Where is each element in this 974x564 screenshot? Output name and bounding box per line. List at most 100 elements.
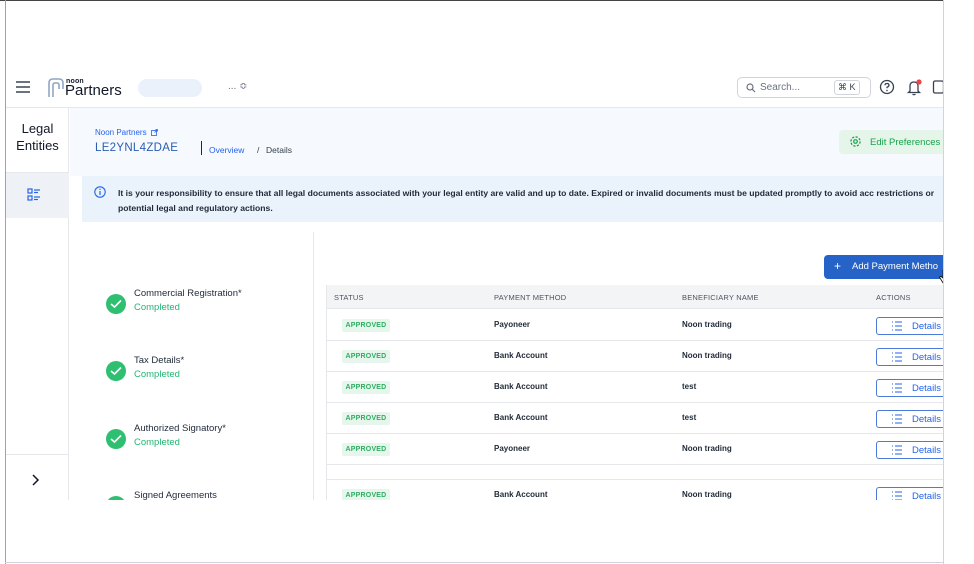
edit-preferences-label: Edit Preferences	[870, 137, 941, 148]
status-badge: APPROVED	[342, 489, 390, 500]
menu-icon[interactable]	[16, 81, 30, 93]
app-viewport: noon Partners ... ≎ Search... ⌘ K Legal …	[6, 68, 943, 500]
table-row: APPROVED Bank Account Noon trading Detai…	[327, 479, 943, 500]
list-icon	[892, 352, 902, 362]
step-title: Tax Details*	[134, 355, 185, 366]
breadcrumb-current: Details	[266, 145, 292, 155]
table-row: APPROVED Payoneer Noon trading Details	[327, 310, 943, 341]
list-icon	[892, 491, 902, 500]
partner-selector-toggle[interactable]: ... ≎	[228, 81, 248, 92]
details-button[interactable]: Details	[876, 317, 943, 335]
column-header-beneficiary-name: BENEFICIARY NAME	[682, 293, 759, 302]
gear-icon	[850, 136, 861, 147]
payment-method-cell: Payoneer	[494, 320, 531, 329]
details-button[interactable]: Details	[876, 379, 943, 397]
details-label: Details	[912, 414, 942, 425]
details-label: Details	[912, 352, 942, 363]
step-signed-agreements[interactable]: Signed Agreements	[106, 490, 306, 500]
status-badge: APPROVED	[342, 350, 390, 363]
beneficiary-name-cell: Noon trading	[682, 490, 732, 499]
left-sidebar: Legal Entities	[6, 108, 69, 500]
breadcrumb-overview-link[interactable]: Overview	[209, 145, 244, 155]
check-circle-icon	[106, 429, 126, 449]
table-row: APPROVED Bank Account Noon trading Detai…	[327, 341, 943, 372]
column-header-payment-method: PAYMENT METHOD	[494, 293, 567, 302]
step-tax-details[interactable]: Tax Details* Completed	[106, 355, 306, 389]
step-title: Authorized Signatory*	[134, 423, 226, 434]
top-bar: noon Partners ... ≎ Search... ⌘ K	[6, 68, 943, 108]
status-badge: APPROVED	[342, 319, 390, 332]
divider	[6, 454, 69, 455]
add-payment-method-button[interactable]: + Add Payment Metho	[824, 255, 943, 279]
beneficiary-name-cell: Noon trading	[682, 351, 732, 360]
list-icon	[27, 188, 40, 201]
frame-border	[5, 562, 943, 563]
payment-method-cell: Bank Account	[494, 413, 548, 422]
list-icon	[892, 383, 902, 393]
step-title: Commercial Registration*	[134, 288, 242, 299]
details-button[interactable]: Details	[876, 348, 943, 366]
status-badge: APPROVED	[342, 412, 390, 425]
step-status: Completed	[134, 302, 180, 313]
payment-method-cell: Bank Account	[494, 351, 548, 360]
brand-name: Partners	[65, 82, 122, 99]
breadcrumb-parent-label: Noon Partners	[95, 128, 147, 137]
page-title: LE2YNL4ZDAE	[95, 142, 179, 154]
beneficiary-name-cell: test	[682, 413, 697, 422]
details-label: Details	[912, 491, 942, 500]
chevron-right-icon[interactable]	[28, 473, 42, 487]
search-placeholder: Search...	[760, 82, 801, 93]
column-header-status: STATUS	[334, 293, 364, 302]
sidebar-item-legal-entities[interactable]	[6, 173, 69, 218]
check-circle-icon	[106, 496, 126, 500]
notification-bell-icon[interactable]	[906, 78, 923, 96]
help-icon[interactable]	[879, 79, 895, 95]
details-button[interactable]: Details	[876, 441, 943, 459]
divider	[313, 232, 314, 500]
table-row: APPROVED Bank Account test Details	[327, 403, 943, 434]
divider	[201, 141, 202, 155]
list-icon	[892, 414, 902, 424]
details-label: Details	[912, 321, 942, 332]
details-button[interactable]: Details	[876, 410, 943, 428]
list-icon	[892, 445, 902, 455]
payment-method-cell: Payoneer	[494, 444, 531, 453]
frame-border	[943, 0, 944, 564]
table-row: APPROVED Bank Account test Details	[327, 372, 943, 403]
beneficiary-name-cell: Noon trading	[682, 444, 732, 453]
step-title: Signed Agreements	[134, 490, 217, 500]
table-header-row: STATUS PAYMENT METHOD BENEFICIARY NAME A…	[327, 285, 943, 309]
list-icon	[892, 321, 902, 331]
step-authorized-signatory[interactable]: Authorized Signatory* Completed	[106, 423, 306, 457]
details-button[interactable]: Details	[876, 487, 943, 500]
beneficiary-name-cell: Noon trading	[682, 320, 732, 329]
beneficiary-name-cell: test	[682, 382, 697, 391]
step-commercial-registration[interactable]: Commercial Registration* Completed	[106, 288, 306, 322]
plus-icon: +	[834, 259, 842, 273]
status-badge: APPROVED	[342, 381, 390, 394]
hand-cursor-icon	[939, 269, 943, 284]
payment-methods-table: STATUS PAYMENT METHOD BENEFICIARY NAME A…	[326, 285, 943, 500]
add-payment-method-label: Add Payment Metho	[852, 261, 939, 272]
sidebar-title: Legal Entities	[16, 121, 59, 153]
external-link-icon	[150, 129, 158, 136]
search-box[interactable]: Search... ⌘ K	[737, 77, 871, 98]
check-circle-icon	[106, 361, 126, 381]
step-status: Completed	[134, 369, 180, 380]
page-header: Noon Partners LE2YNL4ZDAE Overview / Det…	[70, 108, 943, 176]
noon-partners-logo-icon	[48, 78, 64, 97]
column-header-actions: ACTIONS	[876, 293, 911, 302]
payment-method-cell: Bank Account	[494, 490, 548, 499]
breadcrumb-parent-link[interactable]: Noon Partners	[95, 128, 158, 137]
partner-selector-pill[interactable]	[138, 79, 202, 97]
details-label: Details	[912, 445, 942, 456]
main-content: Noon Partners LE2YNL4ZDAE Overview / Det…	[70, 108, 943, 500]
info-notice: It is your responsibility to ensure that…	[82, 176, 943, 222]
status-badge: APPROVED	[342, 443, 390, 456]
partial-icon[interactable]	[932, 79, 943, 95]
edit-preferences-button[interactable]: Edit Preferences	[839, 130, 943, 154]
search-shortcut-hint: ⌘ K	[834, 80, 860, 95]
info-icon	[94, 186, 106, 198]
screenshot-frame: noon Partners ... ≎ Search... ⌘ K Legal …	[0, 0, 974, 564]
table-row: APPROVED Payoneer Noon trading Details	[327, 434, 943, 465]
